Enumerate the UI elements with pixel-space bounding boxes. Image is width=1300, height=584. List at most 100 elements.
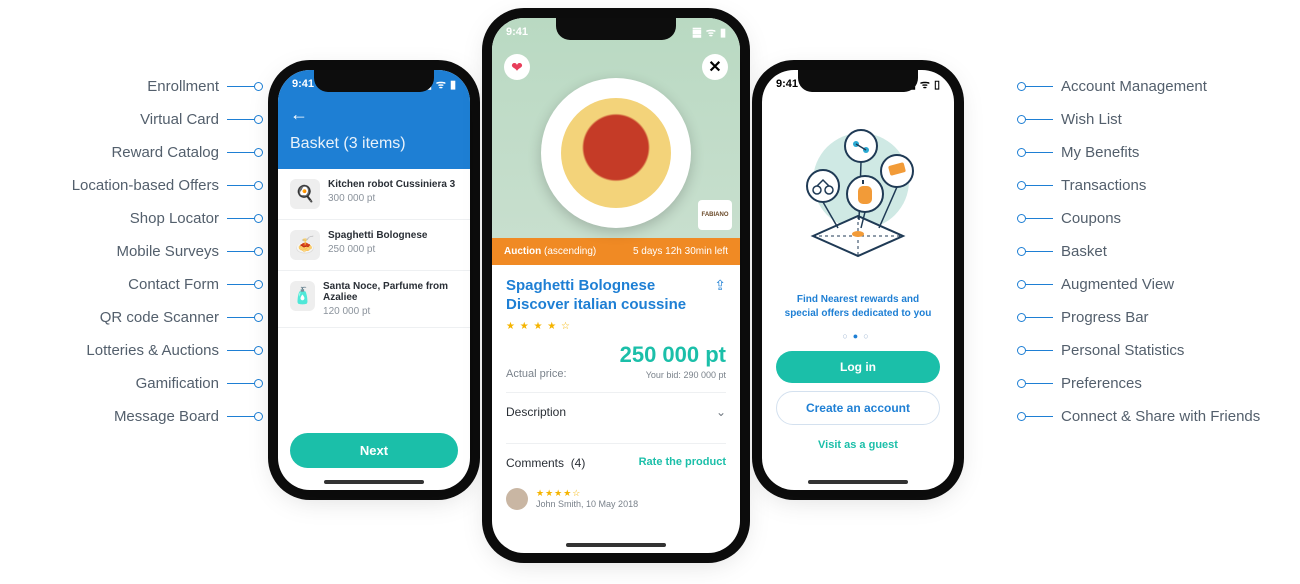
chevron-down-icon: ⌄ xyxy=(716,405,726,419)
connector xyxy=(227,416,255,417)
rate-product-link[interactable]: Rate the product xyxy=(639,456,726,470)
notch xyxy=(556,18,676,40)
onboarding-illustration xyxy=(762,98,954,293)
feature-item: Augmented View xyxy=(1025,276,1174,293)
status-time: 9:41 xyxy=(776,78,798,90)
basket-item[interactable]: 🍳 Kitchen robot Cussiniera 3 300 000 pt xyxy=(278,169,470,220)
feature-item: Personal Statistics xyxy=(1025,342,1184,359)
status-icons: ䷀ᯤ▮ xyxy=(688,25,726,40)
item-thumb: 🍝 xyxy=(290,230,320,260)
features-left: Enrollment Virtual Card Reward Catalog L… xyxy=(0,78,255,425)
phone-onboarding: 9:41 ䷀ᯤ▯ xyxy=(762,70,954,490)
avatar xyxy=(506,488,528,510)
login-button[interactable]: Log in xyxy=(776,351,940,383)
comment-stars: ★★★★☆ xyxy=(536,488,638,499)
feature-item: Connect & Share with Friends xyxy=(1025,408,1260,425)
feature-item: Coupons xyxy=(1025,210,1121,227)
guest-link[interactable]: Visit as a guest xyxy=(762,439,954,451)
description-accordion[interactable]: Description ⌄ xyxy=(506,392,726,431)
comment-row: ★★★★☆ John Smith, 10 May 2018 xyxy=(492,488,740,514)
home-indicator xyxy=(566,543,666,547)
page-dots: ○●○ xyxy=(762,331,954,341)
close-icon[interactable]: ✕ xyxy=(702,54,728,80)
connector xyxy=(1025,218,1053,219)
connector xyxy=(227,383,255,384)
connector xyxy=(1025,86,1053,87)
feature-item: Account Management xyxy=(1025,78,1207,95)
auction-bar: Auction (ascending) 5 days 12h 30min lef… xyxy=(492,238,740,265)
connector xyxy=(1025,152,1053,153)
notch xyxy=(314,70,434,92)
connector xyxy=(1025,416,1053,417)
phone-product: 9:41 ䷀ᯤ▮ ❤ ✕ FABIANO Auction (ascending)… xyxy=(492,18,740,553)
item-thumb: 🧴 xyxy=(290,281,315,311)
feature-item: Virtual Card xyxy=(140,111,255,128)
notch xyxy=(798,70,918,92)
connector xyxy=(1025,284,1053,285)
connector xyxy=(227,350,255,351)
create-account-button[interactable]: Create an account xyxy=(776,391,940,425)
feature-item: Shop Locator xyxy=(130,210,255,227)
auction-label: Auction (ascending) xyxy=(504,246,596,257)
connector xyxy=(1025,350,1053,351)
item-name: Spaghetti Bolognese xyxy=(328,230,427,241)
next-button[interactable]: Next xyxy=(290,433,458,468)
feature-item: Location-based Offers xyxy=(72,177,255,194)
item-points: 300 000 pt xyxy=(328,193,455,204)
connector xyxy=(1025,119,1053,120)
item-points: 120 000 pt xyxy=(323,306,458,317)
feature-item: Contact Form xyxy=(128,276,255,293)
status-time: 9:41 xyxy=(292,78,314,90)
phone-basket: 9:41 ䷀ᯤ▮ ← Basket (3 items) 🍳 Kitchen ro… xyxy=(278,70,470,490)
feature-item: Gamification xyxy=(136,375,255,392)
brand-badge: FABIANO xyxy=(698,200,732,230)
connector xyxy=(1025,383,1053,384)
item-name: Santa Noce, Parfume from Azaliee xyxy=(323,281,458,303)
feature-item: Reward Catalog xyxy=(111,144,255,161)
feature-item: Basket xyxy=(1025,243,1107,260)
favorite-icon[interactable]: ❤ xyxy=(504,54,530,80)
connector xyxy=(1025,251,1053,252)
feature-item: Mobile Surveys xyxy=(116,243,255,260)
item-points: 250 000 pt xyxy=(328,244,427,255)
feature-item: Preferences xyxy=(1025,375,1142,392)
rating-stars: ★ ★ ★ ★ ☆ xyxy=(506,321,726,332)
status-time: 9:41 xyxy=(506,26,528,38)
basket-item[interactable]: 🧴 Santa Noce, Parfume from Azaliee 120 0… xyxy=(278,271,470,328)
connector xyxy=(227,317,255,318)
share-icon[interactable]: ⇪ xyxy=(714,277,726,294)
back-icon[interactable]: ← xyxy=(290,104,458,125)
connector xyxy=(227,119,255,120)
connector xyxy=(227,86,255,87)
features-right: Account Management Wish List My Benefits… xyxy=(1025,78,1290,425)
comment-meta: John Smith, 10 May 2018 xyxy=(536,499,638,509)
home-indicator xyxy=(808,480,908,484)
item-thumb: 🍳 xyxy=(290,179,320,209)
actual-price: 250 000 pt xyxy=(620,342,726,368)
basket-header: ← Basket (3 items) xyxy=(278,98,470,169)
connector xyxy=(227,251,255,252)
connector xyxy=(227,152,255,153)
feature-item: Enrollment xyxy=(147,78,255,95)
connector xyxy=(1025,185,1053,186)
price-row: Actual price: 250 000 pt Your bid: 290 0… xyxy=(506,342,726,380)
connector xyxy=(227,185,255,186)
feature-item: Progress Bar xyxy=(1025,309,1149,326)
connector xyxy=(227,218,255,219)
feature-item: My Benefits xyxy=(1025,144,1139,161)
tagline: Find Nearest rewards and special offers … xyxy=(762,293,954,321)
feature-item: Transactions xyxy=(1025,177,1146,194)
feature-item: Lotteries & Auctions xyxy=(86,342,255,359)
product-image xyxy=(541,78,691,228)
page-title: Basket (3 items) xyxy=(290,135,458,153)
product-title: Spaghetti BologneseDiscover italian cous… xyxy=(506,277,726,315)
feature-item: Wish List xyxy=(1025,111,1122,128)
item-name: Kitchen robot Cussiniera 3 xyxy=(328,179,455,190)
connector xyxy=(227,284,255,285)
your-bid: Your bid: 290 000 pt xyxy=(620,370,726,380)
basket-item[interactable]: 🍝 Spaghetti Bolognese 250 000 pt xyxy=(278,220,470,271)
connector xyxy=(1025,317,1053,318)
product-hero: 9:41 ䷀ᯤ▮ ❤ ✕ FABIANO xyxy=(492,18,740,238)
comments-accordion[interactable]: Comments (4) Rate the product xyxy=(506,443,726,482)
actual-price-label: Actual price: xyxy=(506,368,567,380)
